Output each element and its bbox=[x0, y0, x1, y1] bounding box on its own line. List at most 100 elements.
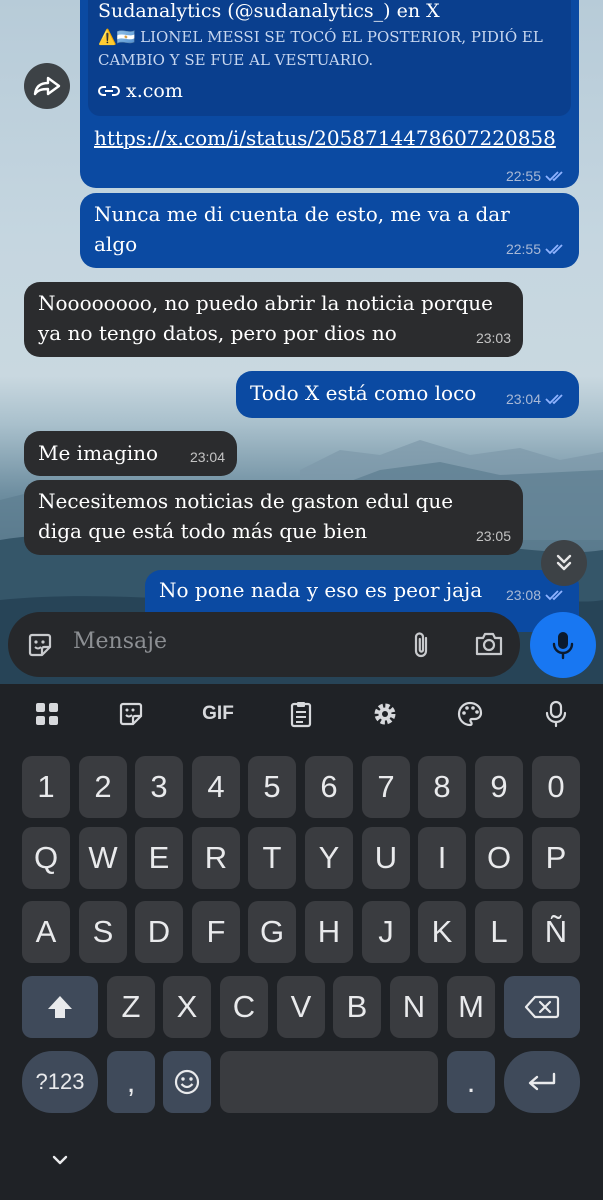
key-s[interactable]: S bbox=[79, 901, 127, 963]
preview-title: Sudanalytics (@sudanalytics_) en X bbox=[98, 0, 440, 22]
link-icon bbox=[98, 86, 120, 96]
read-ticks-icon bbox=[545, 244, 563, 255]
mic-icon bbox=[552, 632, 574, 660]
message-bubble-outgoing[interactable]: Todo X está como loco 23:04 bbox=[236, 371, 579, 418]
key-n[interactable]: N bbox=[390, 976, 438, 1038]
key-5[interactable]: 5 bbox=[248, 756, 296, 818]
message-time: 23:04 bbox=[505, 391, 541, 407]
preview-site-label: x.com bbox=[126, 80, 183, 102]
key-y[interactable]: Y bbox=[305, 827, 353, 889]
shift-key[interactable] bbox=[22, 976, 98, 1038]
forward-button[interactable] bbox=[24, 63, 70, 109]
gif-button[interactable]: GIF bbox=[198, 698, 238, 730]
key-p[interactable]: P bbox=[532, 827, 580, 889]
link-message[interactable]: Sudanalytics (@sudanalytics_) en X ⚠️🇦🇷 … bbox=[80, 0, 579, 188]
read-ticks-icon bbox=[545, 171, 563, 182]
palette-icon[interactable] bbox=[452, 698, 488, 730]
enter-key[interactable] bbox=[504, 1051, 580, 1113]
message-time: 23:05 bbox=[475, 528, 511, 544]
key-i[interactable]: I bbox=[418, 827, 466, 889]
key-h[interactable]: H bbox=[305, 901, 353, 963]
key-x[interactable]: X bbox=[163, 976, 211, 1038]
link-preview[interactable]: Sudanalytics (@sudanalytics_) en X ⚠️🇦🇷 … bbox=[88, 0, 571, 116]
message-bubble-incoming[interactable]: Me imagino 23:04 bbox=[24, 431, 237, 476]
double-chevron-down-icon bbox=[556, 554, 572, 571]
key-2[interactable]: 2 bbox=[79, 756, 127, 818]
shift-icon bbox=[48, 996, 72, 1018]
message-time: 22:55 bbox=[505, 168, 541, 184]
message-meta: 22:55 bbox=[506, 234, 567, 264]
message-meta: 23:03 bbox=[476, 323, 511, 353]
preview-description: ⚠️🇦🇷 LIONEL MESSI SE TOCÓ EL POSTERIOR, … bbox=[98, 28, 543, 69]
key-1[interactable]: 1 bbox=[22, 756, 70, 818]
preview-site: x.com bbox=[98, 80, 183, 102]
message-time: 22:55 bbox=[505, 241, 541, 257]
forward-icon bbox=[33, 76, 61, 96]
key-g[interactable]: G bbox=[248, 901, 296, 963]
message-time: 23:08 bbox=[505, 587, 541, 603]
key-m[interactable]: M bbox=[447, 976, 495, 1038]
message-bubble-incoming[interactable]: Necesitemos noticias de gaston edul que … bbox=[24, 480, 523, 555]
chat-area: Sudanalytics (@sudanalytics_) en X ⚠️🇦🇷 … bbox=[0, 0, 603, 684]
key-q[interactable]: Q bbox=[22, 827, 70, 889]
key-j[interactable]: J bbox=[362, 901, 410, 963]
key-a[interactable]: A bbox=[22, 901, 70, 963]
message-time: 23:04 bbox=[189, 449, 225, 465]
key-7[interactable]: 7 bbox=[362, 756, 410, 818]
message-link[interactable]: https://x.com/i/status/20587144786072208… bbox=[94, 126, 556, 150]
keyboard: GIF 1 2 3 4 5 6 7 8 9 0 Q W E R T Y U I … bbox=[0, 684, 603, 1200]
message-composer[interactable]: Mensaje bbox=[8, 612, 520, 677]
key-4[interactable]: 4 bbox=[192, 756, 240, 818]
key-9[interactable]: 9 bbox=[475, 756, 523, 818]
message-bubble-incoming[interactable]: Noooooooo, no puedo abrir la noticia por… bbox=[24, 282, 523, 357]
scroll-to-bottom-button[interactable] bbox=[541, 540, 587, 586]
message-text: Nunca me di cuenta de esto, me va a dar … bbox=[94, 202, 510, 256]
clipboard-icon[interactable] bbox=[283, 698, 319, 730]
message-meta: 23:05 bbox=[476, 521, 511, 551]
key-u[interactable]: U bbox=[362, 827, 410, 889]
symbols-key[interactable]: ?123 bbox=[22, 1051, 98, 1113]
message-meta: 22:55 bbox=[506, 168, 567, 184]
message-bubble-outgoing[interactable]: Nunca me di cuenta de esto, me va a dar … bbox=[80, 193, 579, 268]
key-3[interactable]: 3 bbox=[135, 756, 183, 818]
sticker-icon[interactable] bbox=[26, 631, 54, 659]
key-t[interactable]: T bbox=[248, 827, 296, 889]
key-v[interactable]: V bbox=[277, 976, 325, 1038]
attach-icon[interactable] bbox=[410, 630, 432, 660]
comma-key[interactable]: , bbox=[107, 1051, 155, 1113]
message-meta: 23:04 bbox=[190, 442, 225, 472]
key-r[interactable]: R bbox=[192, 827, 240, 889]
key-6[interactable]: 6 bbox=[305, 756, 353, 818]
period-key[interactable]: . bbox=[447, 1051, 495, 1113]
settings-icon[interactable] bbox=[367, 698, 403, 730]
message-meta: 23:04 bbox=[506, 384, 567, 414]
mic-icon[interactable] bbox=[538, 698, 574, 730]
key-e[interactable]: E bbox=[135, 827, 183, 889]
message-time: 23:03 bbox=[475, 330, 511, 346]
key-enye[interactable]: Ñ bbox=[532, 901, 580, 963]
key-d[interactable]: D bbox=[135, 901, 183, 963]
key-l[interactable]: L bbox=[475, 901, 523, 963]
key-0[interactable]: 0 bbox=[532, 756, 580, 818]
camera-icon[interactable] bbox=[474, 631, 504, 657]
message-input[interactable]: Mensaje bbox=[73, 629, 167, 654]
space-key[interactable] bbox=[220, 1051, 438, 1113]
apps-icon[interactable] bbox=[29, 698, 65, 730]
enter-icon bbox=[528, 1072, 556, 1091]
key-w[interactable]: W bbox=[79, 827, 127, 889]
key-f[interactable]: F bbox=[192, 901, 240, 963]
key-k[interactable]: K bbox=[418, 901, 466, 963]
read-ticks-icon bbox=[545, 590, 563, 601]
backspace-icon bbox=[524, 995, 560, 1019]
emoji-key[interactable] bbox=[163, 1051, 211, 1113]
message-text: Necesitemos noticias de gaston edul que … bbox=[38, 489, 454, 543]
backspace-key[interactable] bbox=[504, 976, 580, 1038]
key-z[interactable]: Z bbox=[107, 976, 155, 1038]
key-8[interactable]: 8 bbox=[418, 756, 466, 818]
hide-keyboard-icon[interactable] bbox=[48, 1148, 72, 1172]
key-o[interactable]: O bbox=[475, 827, 523, 889]
sticker-icon[interactable] bbox=[113, 698, 149, 730]
key-b[interactable]: B bbox=[333, 976, 381, 1038]
key-c[interactable]: C bbox=[220, 976, 268, 1038]
voice-record-button[interactable] bbox=[530, 612, 596, 678]
